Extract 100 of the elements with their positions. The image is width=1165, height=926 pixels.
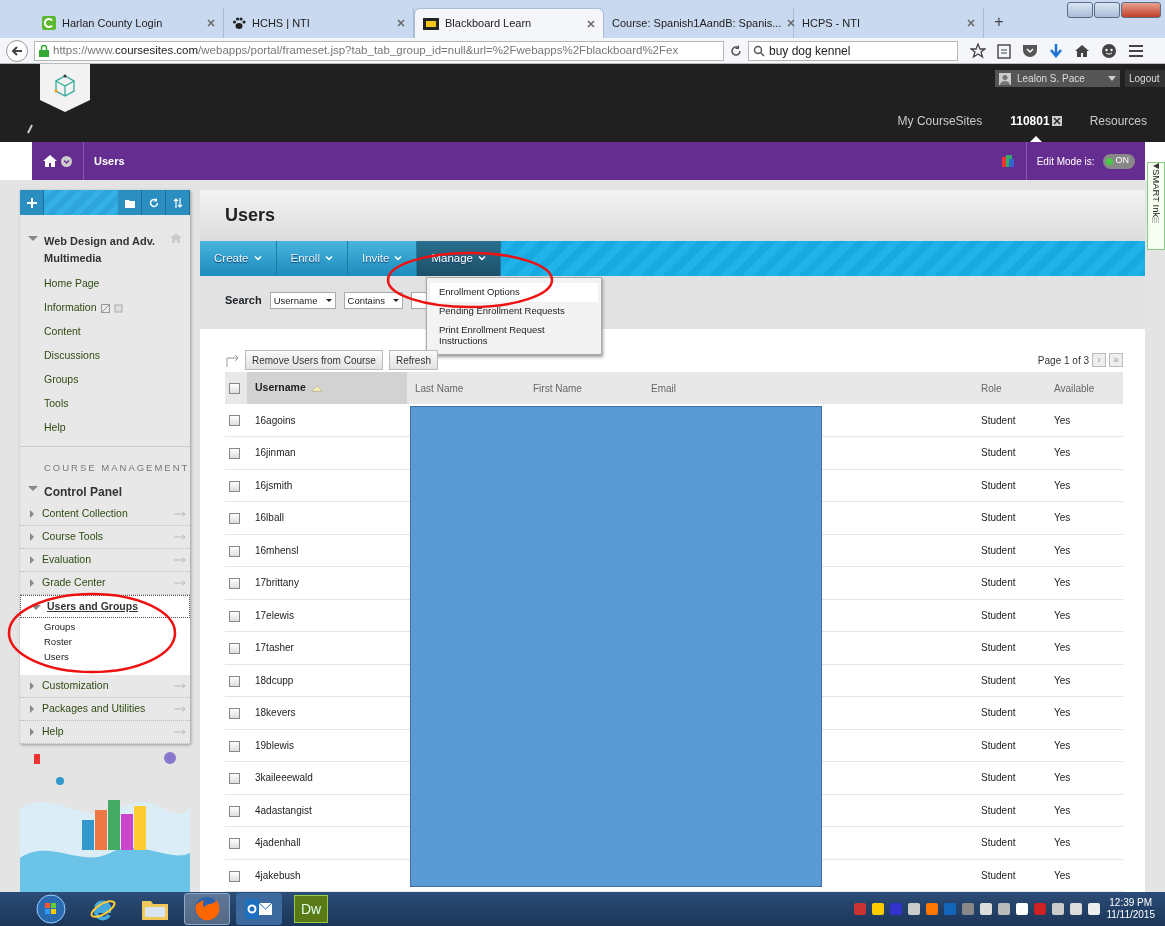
browser-tab[interactable]: Blackboard Learn: [414, 8, 604, 38]
new-tab-button[interactable]: +: [984, 10, 1014, 34]
row-checkbox[interactable]: [229, 643, 240, 655]
site-logo[interactable]: [40, 64, 90, 112]
smart-ink-tab[interactable]: SMART Ink: [1147, 162, 1165, 250]
column-header[interactable]: Email: [643, 372, 973, 404]
close-icon[interactable]: [1051, 116, 1062, 126]
menu-icon[interactable]: [1127, 43, 1144, 58]
search-label: Search: [225, 293, 262, 309]
tray-icon[interactable]: [872, 903, 885, 915]
select-all-checkbox[interactable]: [229, 383, 240, 395]
edit-mode-label: Edit Mode is:: [1036, 154, 1095, 169]
home-icon[interactable]: [1073, 43, 1090, 58]
search-icon: [753, 44, 765, 57]
row-checkbox[interactable]: [229, 870, 240, 882]
username-cell: 16jsmith: [247, 469, 407, 502]
course-title[interactable]: Web Design and Adv. Multimedia: [44, 233, 164, 266]
nav-link[interactable]: Resources: [1089, 112, 1147, 130]
column-header[interactable]: Last Name: [407, 372, 525, 404]
logout-button[interactable]: Logout: [1125, 70, 1165, 87]
row-checkbox[interactable]: [229, 838, 240, 850]
minimize-button[interactable]: [1067, 2, 1093, 18]
row-checkbox[interactable]: [229, 448, 240, 460]
course-menu-link[interactable]: Discussions: [20, 344, 190, 368]
row-checkbox[interactable]: [229, 675, 240, 687]
control-panel-item[interactable]: Help: [20, 721, 190, 745]
row-checkbox[interactable]: [229, 708, 240, 720]
back-button[interactable]: [6, 39, 28, 62]
folder-button[interactable]: [118, 190, 142, 215]
user-menu-button[interactable]: Lealon S. Pace: [995, 70, 1120, 87]
control-panel-item[interactable]: Content Collection: [20, 503, 190, 527]
tray-icon[interactable]: [1070, 903, 1083, 915]
course-menu-link[interactable]: Groups: [20, 368, 190, 392]
available-cell: Yes: [1046, 696, 1123, 729]
tray-icon[interactable]: [998, 903, 1011, 915]
toolbar-button[interactable]: Remove Users from Course: [245, 350, 383, 370]
row-checkbox[interactable]: [229, 545, 240, 557]
column-header[interactable]: Username: [247, 372, 407, 404]
course-menu-link[interactable]: Content: [20, 320, 190, 344]
dropdown-menu-item[interactable]: Enrollment Options: [430, 283, 598, 302]
row-checkbox[interactable]: [229, 773, 240, 785]
row-checkbox[interactable]: [229, 513, 240, 525]
search-field[interactable]: buy dog kennel: [748, 40, 958, 61]
close-icon[interactable]: [587, 19, 595, 28]
nav-link[interactable]: 110801: [1010, 112, 1050, 130]
tray-icon[interactable]: [980, 903, 993, 915]
toolbar-button[interactable]: Refresh: [388, 350, 438, 370]
nav-link[interactable]: My CourseSites: [897, 112, 983, 130]
tray-icon[interactable]: [1016, 903, 1029, 915]
control-panel-item[interactable]: Packages and Utilities: [20, 698, 190, 722]
palette-icon[interactable]: [1001, 155, 1014, 167]
taskbar-app[interactable]: [236, 893, 282, 925]
maximize-button[interactable]: [1094, 2, 1120, 18]
row-checkbox[interactable]: [229, 415, 240, 427]
column-header[interactable]: Role: [973, 372, 1046, 404]
reload-icon[interactable]: [730, 44, 742, 57]
clock-time[interactable]: 12:39 PM: [1106, 896, 1155, 909]
tray-icon[interactable]: [1052, 903, 1065, 915]
control-panel-item[interactable]: Evaluation: [20, 549, 190, 573]
row-checkbox[interactable]: [229, 740, 240, 752]
course-menu-link[interactable]: Information: [20, 296, 190, 320]
row-checkbox[interactable]: [229, 805, 240, 817]
column-header[interactable]: Available: [1046, 372, 1123, 404]
column-header[interactable]: First Name: [525, 372, 643, 404]
home-icon[interactable]: [43, 155, 57, 167]
address-bar[interactable]: https://www.coursesites.com/webapps/portal/frameset.jsp?tab_tab_group_id=null&url=%2Fwebapps%2Fblackboard%2Fex: [34, 40, 724, 61]
control-panel-item[interactable]: Course Tools: [20, 526, 190, 550]
chevron-circle-icon[interactable]: [61, 155, 72, 167]
refresh-icon: [148, 197, 159, 208]
add-menu-item-button[interactable]: [20, 190, 44, 215]
available-cell: Yes: [1046, 566, 1123, 599]
submenu-link[interactable]: Roster: [44, 635, 190, 651]
control-panel-title[interactable]: Control Panel: [44, 483, 122, 502]
chat-icon[interactable]: [1100, 42, 1117, 59]
refresh-button[interactable]: [142, 190, 166, 215]
submenu-link[interactable]: Users: [44, 650, 190, 666]
row-checkbox[interactable]: [229, 480, 240, 492]
dropdown-menu-item[interactable]: Pending Enrollment Requests: [430, 301, 598, 321]
sort-arrows-button[interactable]: [166, 190, 190, 215]
dropdown-select[interactable]: Username: [269, 292, 336, 310]
tray-icon[interactable]: [1088, 903, 1101, 915]
dropdown-select[interactable]: Contains: [343, 292, 404, 310]
dropdown-menu-item[interactable]: Print Enrollment Request Instructions: [430, 320, 598, 351]
control-panel-item[interactable]: Users and Groups: [20, 595, 190, 619]
row-checkbox[interactable]: [229, 578, 240, 590]
star-icon[interactable]: [969, 42, 986, 59]
download-icon[interactable]: [1048, 42, 1063, 59]
tray-icon[interactable]: [908, 903, 921, 915]
clipboard-icon[interactable]: [996, 42, 1011, 59]
edit-mode-toggle[interactable]: ON: [1102, 153, 1135, 169]
clock-date[interactable]: 11/11/2015: [1106, 909, 1155, 922]
shield-icon[interactable]: [1021, 43, 1038, 58]
course-menu-link[interactable]: Help: [20, 416, 190, 440]
username-cell: 18kevers: [247, 696, 407, 729]
row-checkbox[interactable]: [229, 610, 240, 622]
submenu-link[interactable]: Groups: [44, 620, 190, 636]
close-button[interactable]: [1121, 2, 1161, 18]
control-panel-item[interactable]: Customization: [20, 675, 190, 699]
course-menu-link[interactable]: Tools: [20, 392, 190, 416]
course-menu-link[interactable]: Home Page: [20, 272, 190, 296]
